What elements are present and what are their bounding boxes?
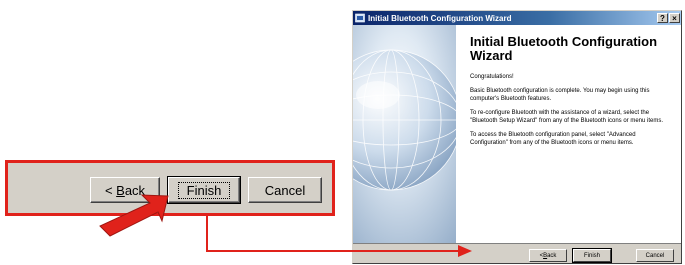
wizard-paragraph: To re-configure Bluetooth with the assis…: [470, 110, 664, 124]
cancel-button[interactable]: Cancel: [636, 249, 674, 262]
button-footer: < Back Finish Cancel: [353, 243, 681, 263]
bluetooth-wizard-icon: [355, 13, 365, 23]
bluetooth-wizard-dialog: Initial Bluetooth Configuration Wizard ?…: [352, 10, 682, 264]
window-title: Initial Bluetooth Configuration Wizard: [368, 13, 512, 23]
back-label: ack: [547, 252, 557, 259]
zoom-back-prefix: <: [104, 182, 117, 198]
wizard-content: Initial Bluetooth Configuration Wizard C…: [353, 25, 681, 243]
close-button[interactable]: ×: [669, 13, 680, 23]
zoom-cancel-label: Cancel: [264, 182, 306, 198]
help-button[interactable]: ?: [657, 13, 668, 23]
globe-graphic: [353, 25, 456, 243]
cancel-label: Cancel: [645, 252, 665, 259]
wizard-heading: Initial Bluetooth Configuration Wizard: [470, 34, 658, 63]
wizard-paragraph: Basic Bluetooth configuration is complet…: [470, 88, 650, 102]
zoomed-button-bar: < Back Finish Cancel: [5, 160, 335, 216]
wizard-text-panel: Initial Bluetooth Configuration Wizard C…: [470, 35, 675, 153]
finish-label: Finish: [583, 252, 600, 259]
zoom-finish-button[interactable]: Finish: [167, 176, 241, 204]
title-bar: Initial Bluetooth Configuration Wizard ?…: [353, 11, 681, 25]
zoom-back-label: ack: [124, 182, 146, 198]
wizard-paragraph: To access the Bluetooth configuration pa…: [470, 132, 636, 146]
finish-button[interactable]: Finish: [572, 248, 612, 263]
zoom-back-mnemonic: B: [116, 182, 125, 198]
zoom-finish-label: Finish: [177, 181, 231, 199]
zoom-back-button[interactable]: < Back: [90, 177, 160, 203]
zoom-cancel-button[interactable]: Cancel: [248, 177, 322, 203]
back-button[interactable]: < Back: [529, 249, 567, 262]
wizard-paragraph: Congratulations!: [470, 74, 514, 80]
